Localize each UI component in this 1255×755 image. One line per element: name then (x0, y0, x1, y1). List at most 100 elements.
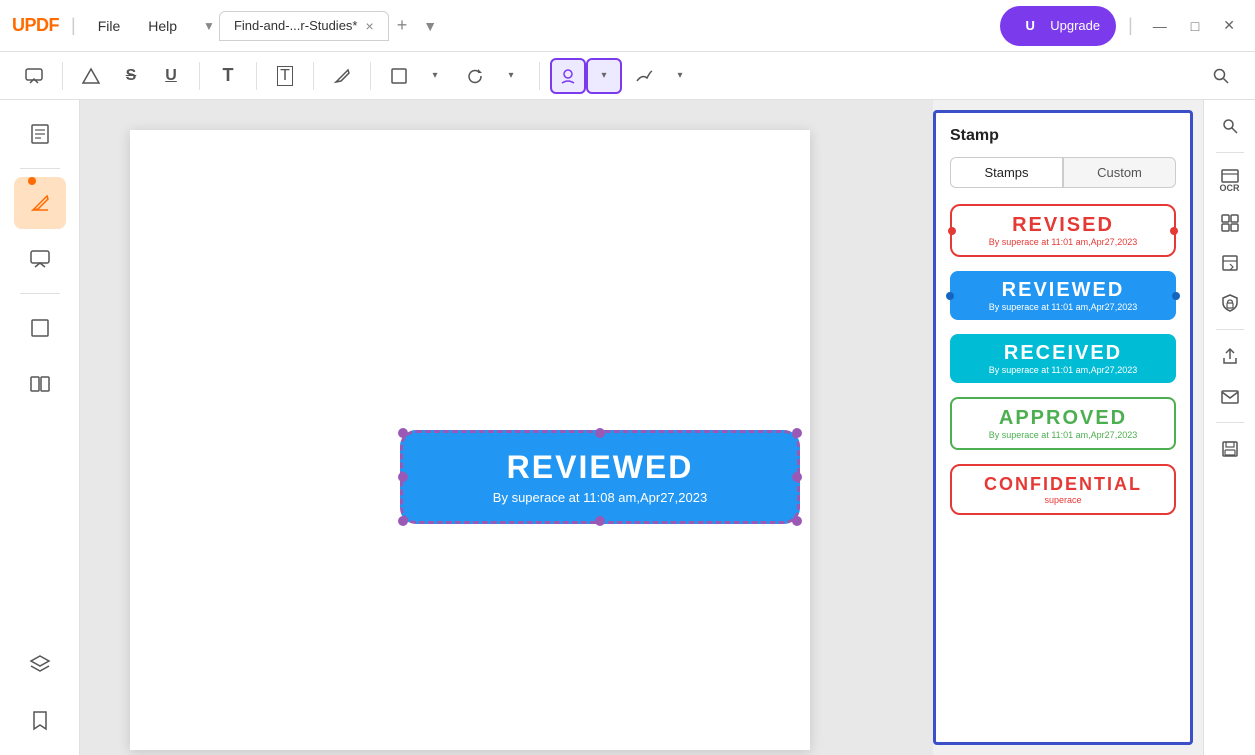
sidebar-pages2-button[interactable] (14, 358, 66, 410)
stamp-panel: Stamp Stamps Custom REVISED By superace … (933, 110, 1193, 745)
confidential-title: CONFIDENTIAL (984, 474, 1142, 495)
active-indicator (28, 177, 36, 185)
close-button[interactable]: ✕ (1215, 13, 1243, 38)
sidebar-edit-button[interactable] (14, 177, 66, 229)
main-area: REVIEWED By superace at 11:08 am,Apr27,2… (0, 100, 1255, 755)
file-menu[interactable]: File (88, 14, 131, 38)
stamp-reviewed-visual: REVIEWED By superace at 11:01 am,Apr27,2… (950, 271, 1176, 320)
confidential-sub: superace (1044, 495, 1081, 505)
rf-save-button[interactable] (1212, 431, 1248, 467)
pen-tool-button[interactable] (324, 58, 360, 94)
title-sep: | (71, 15, 76, 36)
shape-group: ▾ (381, 58, 453, 94)
sign-group: ▾ (626, 58, 698, 94)
toolbar-sep1 (62, 62, 63, 90)
revised-title: REVISED (1012, 214, 1114, 237)
tab-more-button[interactable]: ▼ (415, 14, 445, 38)
shape-tool-button[interactable] (381, 58, 417, 94)
rf-share-button[interactable] (1212, 338, 1248, 374)
right-far-sidebar: OCR (1203, 100, 1255, 755)
stamp-reviewed-item[interactable]: REVIEWED By superace at 11:01 am,Apr27,2… (950, 271, 1176, 320)
stamp-confidential-visual: CONFIDENTIAL superace (950, 464, 1176, 515)
rf-search-button[interactable] (1212, 108, 1248, 144)
sidebar-layers-button[interactable] (14, 639, 66, 691)
tab-close-button[interactable]: × (366, 18, 374, 34)
user-avatar: U (1016, 12, 1044, 40)
handle-bottom[interactable] (595, 516, 605, 526)
handle-tr[interactable] (792, 428, 802, 438)
rf-sep2 (1216, 329, 1244, 330)
handle-top[interactable] (595, 428, 605, 438)
reviewed-dot-left (946, 292, 954, 300)
revised-sub: By superace at 11:01 am,Apr27,2023 (989, 237, 1137, 247)
tab-stamps[interactable]: Stamps (950, 157, 1063, 188)
stamp-dropdown-button[interactable]: ▾ (586, 58, 622, 94)
rf-sep3 (1216, 422, 1244, 423)
handle-right[interactable] (792, 472, 802, 482)
handle-tl[interactable] (398, 428, 408, 438)
stamp-group: ▾ (550, 58, 622, 94)
handle-br[interactable] (792, 516, 802, 526)
sign-tool-button[interactable] (626, 58, 662, 94)
received-sub: By superace at 11:01 am,Apr27,2023 (989, 365, 1137, 375)
upgrade-button[interactable]: U Upgrade (1000, 6, 1116, 46)
rf-organize-button[interactable] (1212, 205, 1248, 241)
sidebar-sep2 (20, 293, 60, 294)
toolbar: S U T T ▾ ▾ ▾ ▾ (0, 52, 1255, 100)
toolbar-sep6 (539, 62, 540, 90)
rf-convert-button[interactable] (1212, 245, 1248, 281)
page-stamp-visual: REVIEWED By superace at 11:08 am,Apr27,2… (400, 430, 800, 524)
handle-left[interactable] (398, 472, 408, 482)
sidebar-bookmark-button[interactable] (14, 695, 66, 747)
sidebar-comment-button[interactable] (14, 233, 66, 285)
tab-dropdown-arrow[interactable]: ▼ (203, 19, 215, 33)
sidebar-crop-button[interactable] (14, 302, 66, 354)
stamp-confidential-item[interactable]: CONFIDENTIAL superace (950, 464, 1176, 515)
page-stamp-container[interactable]: REVIEWED By superace at 11:08 am,Apr27,2… (400, 430, 800, 570)
shape-dropdown-button[interactable]: ▾ (417, 58, 453, 94)
stamp-tab-row: Stamps Custom (950, 157, 1176, 188)
stamp-panel-title: Stamp (950, 127, 1176, 145)
stamp-received-visual: RECEIVED By superace at 11:01 am,Apr27,2… (950, 334, 1176, 383)
pdf-content-area[interactable]: REVIEWED By superace at 11:08 am,Apr27,2… (80, 100, 933, 755)
page-stamp-title: REVIEWED (433, 449, 767, 486)
rotate-dropdown-button[interactable]: ▾ (493, 58, 529, 94)
stamp-received-item[interactable]: RECEIVED By superace at 11:01 am,Apr27,2… (950, 334, 1176, 383)
reviewed-sub: By superace at 11:01 am,Apr27,2023 (989, 302, 1137, 312)
maximize-button[interactable]: □ (1183, 14, 1207, 38)
rf-ocr-button[interactable]: OCR (1210, 161, 1250, 201)
stamp-revised-visual: REVISED By superace at 11:01 am,Apr27,20… (950, 204, 1176, 257)
rf-sep1 (1216, 152, 1244, 153)
tab-custom[interactable]: Custom (1063, 157, 1176, 188)
text-box-button[interactable]: T (267, 58, 303, 94)
tab-area: ▼ Find-and-...r-Studies* × + ▼ (203, 11, 992, 41)
strikethrough-tool-button[interactable]: S (113, 58, 149, 94)
stamp-tool-button[interactable] (550, 58, 586, 94)
toolbar-sep2 (199, 62, 200, 90)
minimize-button[interactable]: — (1145, 14, 1175, 38)
rotate-tool-button[interactable] (457, 58, 493, 94)
stamp-approved-item[interactable]: APPROVED By superace at 11:01 am,Apr27,2… (950, 397, 1176, 450)
stamp-revised-item[interactable]: REVISED By superace at 11:01 am,Apr27,20… (950, 204, 1176, 257)
approved-sub: By superace at 11:01 am,Apr27,2023 (989, 430, 1137, 440)
rf-protect-button[interactable] (1212, 285, 1248, 321)
new-tab-button[interactable]: + (389, 11, 416, 40)
edit-section (14, 177, 66, 229)
sidebar-pages-button[interactable] (14, 108, 66, 160)
highlight-tool-button[interactable] (73, 58, 109, 94)
titlebar: UPDF | File Help ▼ Find-and-...r-Studies… (0, 0, 1255, 52)
rf-email-button[interactable] (1212, 378, 1248, 414)
revised-dot-right (1170, 227, 1178, 235)
tab-title: Find-and-...r-Studies* (234, 18, 358, 33)
reviewed-dot-right (1172, 292, 1180, 300)
comment-tool-button[interactable] (16, 58, 52, 94)
text-tool-button[interactable]: T (210, 58, 246, 94)
underline-tool-button[interactable]: U (153, 58, 189, 94)
sign-dropdown-button[interactable]: ▾ (662, 58, 698, 94)
title-right: U Upgrade | — □ ✕ (1000, 6, 1243, 46)
help-menu[interactable]: Help (138, 14, 187, 38)
active-tab[interactable]: Find-and-...r-Studies* × (219, 11, 389, 41)
toolbar-sep3 (256, 62, 257, 90)
handle-bl[interactable] (398, 516, 408, 526)
search-button[interactable] (1203, 58, 1239, 94)
